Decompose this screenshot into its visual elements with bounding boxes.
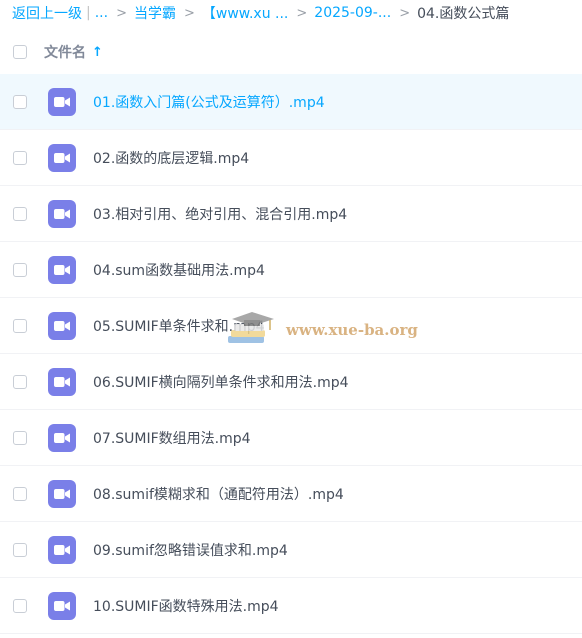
file-row[interactable]: 08.sumif模糊求和（通配符用法）.mp4	[0, 466, 582, 522]
chevron-right-icon: >	[296, 5, 308, 21]
file-row[interactable]: 05.SUMIF单条件求和.mp4	[0, 298, 582, 354]
video-file-icon	[48, 367, 76, 396]
video-file-icon	[48, 591, 76, 620]
file-row[interactable]: 10.SUMIF函数特殊用法.mp4	[0, 578, 582, 634]
video-file-icon	[48, 143, 76, 172]
row-checkbox[interactable]	[13, 262, 27, 277]
file-row[interactable]: 06.SUMIF横向隔列单条件求和用法.mp4	[0, 354, 582, 410]
breadcrumb-current: 04.函数公式篇	[417, 6, 510, 22]
back-link[interactable]: 返回上一级	[0, 3, 82, 23]
video-file-icon	[48, 255, 76, 284]
file-row[interactable]: 07.SUMIF数组用法.mp4	[0, 410, 582, 466]
row-checkbox[interactable]	[13, 598, 27, 613]
breadcrumb: 返回上一级 | ... > 当学霸 > 【www.xu ... > 2025-0…	[0, 0, 582, 26]
chevron-right-icon: >	[116, 5, 127, 21]
video-file-icon	[48, 479, 76, 508]
video-file-icon	[48, 199, 76, 228]
file-row[interactable]: 02.函数的底层逻辑.mp4	[0, 130, 582, 186]
video-file-icon	[48, 423, 76, 452]
file-row[interactable]: 09.sumif忽略错误值求和.mp4	[0, 522, 582, 578]
file-name[interactable]: 10.SUMIF函数特殊用法.mp4	[93, 596, 279, 616]
file-row[interactable]: 01.函数入门篇(公式及运算符）.mp4	[0, 74, 582, 130]
file-name[interactable]: 02.函数的底层逻辑.mp4	[93, 148, 249, 168]
breadcrumb-item-2[interactable]: 【www.xu ...	[202, 3, 288, 23]
file-row[interactable]: 03.相对引用、绝对引用、混合引用.mp4	[0, 186, 582, 242]
file-list-header: 文件名 ↑	[0, 30, 582, 75]
file-name[interactable]: 04.sum函数基础用法.mp4	[93, 260, 265, 280]
file-name[interactable]: 09.sumif忽略错误值求和.mp4	[93, 540, 288, 560]
file-name[interactable]: 03.相对引用、绝对引用、混合引用.mp4	[93, 204, 347, 224]
row-checkbox[interactable]	[13, 486, 27, 501]
chevron-right-icon: >	[183, 5, 195, 21]
video-file-icon	[48, 87, 76, 116]
file-list: 01.函数入门篇(公式及运算符）.mp4 02.函数的底层逻辑.mp4 03.相对引…	[0, 74, 582, 634]
row-checkbox[interactable]	[13, 206, 27, 221]
filename-column-header[interactable]: 文件名	[44, 42, 86, 62]
breadcrumb-divider: |	[86, 5, 91, 21]
row-checkbox[interactable]	[13, 150, 27, 165]
file-name[interactable]: 08.sumif模糊求和（通配符用法）.mp4	[93, 484, 344, 504]
video-file-icon	[48, 535, 76, 564]
file-row[interactable]: 04.sum函数基础用法.mp4	[0, 242, 582, 298]
breadcrumb-item-3[interactable]: 2025-09-...	[314, 5, 391, 21]
chevron-right-icon: >	[399, 5, 411, 21]
row-checkbox[interactable]	[13, 318, 27, 333]
row-checkbox[interactable]	[13, 374, 27, 389]
file-name[interactable]: 06.SUMIF横向隔列单条件求和用法.mp4	[93, 372, 349, 392]
row-checkbox[interactable]	[13, 430, 27, 445]
sort-ascending-icon[interactable]: ↑	[92, 45, 103, 60]
row-checkbox[interactable]	[13, 94, 27, 109]
select-all-checkbox[interactable]	[13, 45, 27, 59]
row-checkbox[interactable]	[13, 542, 27, 557]
breadcrumb-item-1[interactable]: 当学霸	[134, 3, 176, 23]
file-name[interactable]: 01.函数入门篇(公式及运算符）.mp4	[93, 92, 325, 112]
file-name[interactable]: 05.SUMIF单条件求和.mp4	[93, 316, 265, 336]
file-name[interactable]: 07.SUMIF数组用法.mp4	[93, 428, 251, 448]
video-file-icon	[48, 311, 76, 340]
breadcrumb-ellipsis[interactable]: ...	[95, 5, 108, 21]
